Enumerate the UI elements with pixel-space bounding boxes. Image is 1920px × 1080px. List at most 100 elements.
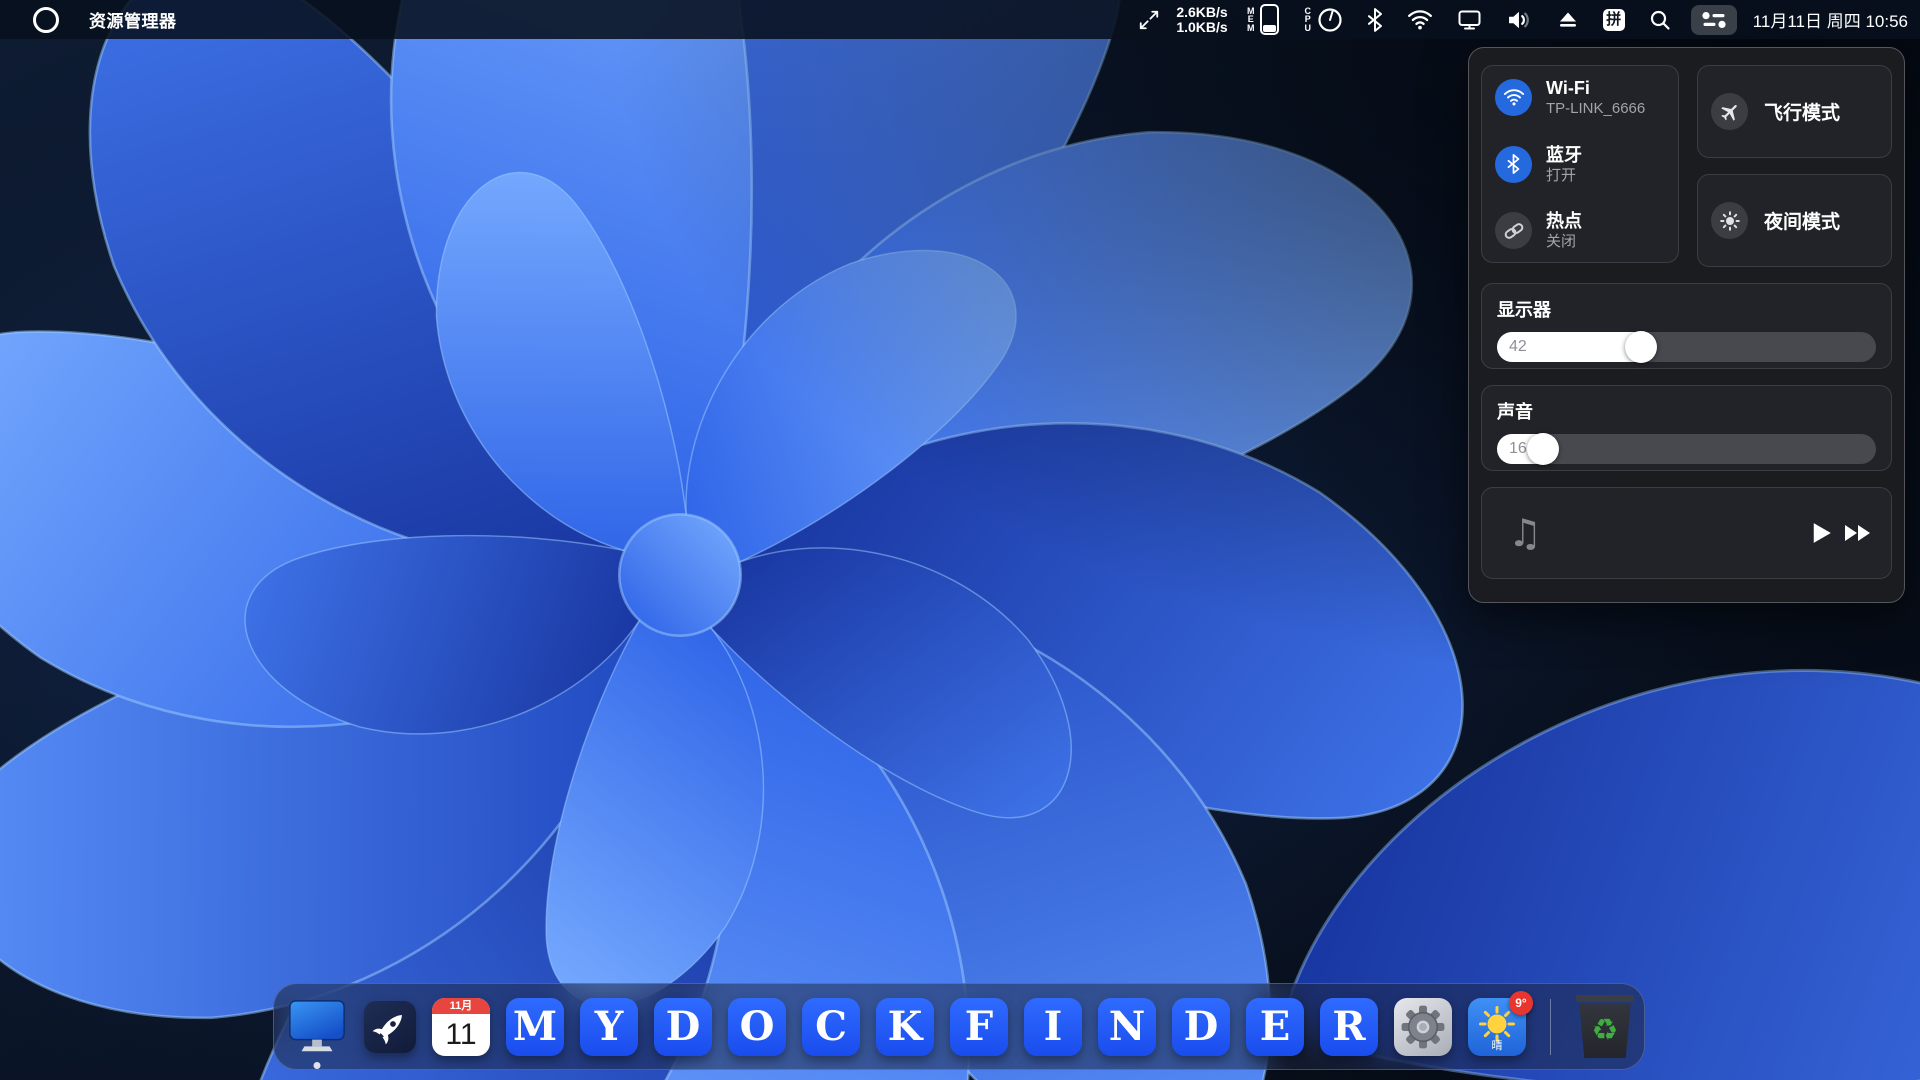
network-speed-indicator[interactable]: 2.6KB/s 1.0KB/s [1176, 0, 1227, 39]
pinyin-ime-badge: 拼 [1603, 9, 1625, 31]
menu-bar: 资源管理器 2.6KB/s 1.0KB/s MEM CPU [0, 0, 1920, 39]
dock-item-letter[interactable]: M [506, 998, 564, 1056]
display-slider-value: 42 [1509, 338, 1527, 356]
wifi-icon [1495, 79, 1532, 116]
control-center-panel: Wi-Fi TP-LINK_6666 蓝牙 打开 [1468, 47, 1905, 603]
memory-indicator[interactable]: MEM [1246, 0, 1279, 39]
dock-item-letter[interactable]: D [1172, 998, 1230, 1056]
weather-temp-badge: 9° [1509, 991, 1533, 1015]
sound-volume-slider[interactable]: 16 [1497, 434, 1876, 464]
sound-slider-thumb[interactable] [1527, 433, 1559, 465]
mem-label: MEM [1246, 7, 1256, 33]
volume-icon[interactable] [1506, 0, 1533, 39]
system-logo-icon [33, 7, 59, 33]
next-track-button[interactable] [1844, 524, 1871, 542]
upload-speed: 2.6KB/s [1176, 5, 1227, 20]
sound-slider-fill: 16 [1497, 434, 1558, 464]
dock-item-calendar[interactable]: 11月 11 [432, 998, 490, 1056]
dock-item-letter[interactable]: Y [580, 998, 638, 1056]
night-mode-card[interactable]: 夜间模式 [1697, 174, 1892, 267]
display-icon[interactable] [1457, 0, 1482, 39]
airplane-mode-label: 飞行模式 [1764, 98, 1840, 125]
display-slider-thumb[interactable] [1625, 331, 1657, 363]
sound-slider-label: 声音 [1497, 398, 1876, 424]
letter-glyph: K [888, 998, 923, 1056]
letter-glyph: D [666, 998, 701, 1056]
wifi-network-name: TP-LINK_6666 [1546, 100, 1645, 117]
dock-item-file-manager[interactable] [286, 998, 348, 1056]
eject-icon[interactable] [1557, 0, 1579, 39]
dock-item-letter[interactable]: D [654, 998, 712, 1056]
display-brightness-slider[interactable]: 42 [1497, 332, 1876, 362]
hotspot-link-icon [1495, 212, 1532, 249]
dock: 11月 11 M Y D O C K F I N D E R [273, 983, 1645, 1070]
display-brightness-card: 显示器 42 [1481, 283, 1892, 369]
letter-glyph: R [1332, 998, 1365, 1056]
input-method-indicator[interactable]: 拼 [1603, 0, 1625, 39]
wifi-icon[interactable] [1407, 0, 1433, 39]
weather-condition: 晴 [1468, 1037, 1526, 1053]
bluetooth-icon [1495, 146, 1532, 183]
dock-item-letter[interactable]: C [802, 998, 860, 1056]
hotspot-title: 热点 [1546, 211, 1582, 231]
letter-glyph: E [1260, 998, 1291, 1056]
bluetooth-icon[interactable] [1367, 0, 1383, 39]
sound-slider-value: 16 [1509, 440, 1527, 458]
display-slider-label: 显示器 [1497, 296, 1876, 322]
hotspot-state: 关闭 [1546, 233, 1582, 250]
network-activity-arrows-icon[interactable] [1138, 0, 1160, 39]
dock-item-letter[interactable]: I [1024, 998, 1082, 1056]
bluetooth-toggle-row[interactable]: 蓝牙 打开 [1495, 145, 1678, 184]
dock-item-letter[interactable]: E [1246, 998, 1304, 1056]
hotspot-toggle-row[interactable]: 热点 关闭 [1495, 211, 1678, 250]
dock-item-letter[interactable]: O [728, 998, 786, 1056]
cpu-indicator[interactable]: CPU [1303, 0, 1343, 39]
letter-glyph: I [1044, 998, 1063, 1056]
recycle-icon: ♻ [1592, 1016, 1619, 1046]
night-mode-label: 夜间模式 [1764, 207, 1840, 234]
gear-icon [1400, 1004, 1446, 1050]
letter-glyph: O [740, 998, 775, 1056]
search-icon[interactable] [1649, 0, 1671, 39]
night-mode-sun-icon [1711, 202, 1748, 239]
dock-item-letter[interactable]: K [876, 998, 934, 1056]
bluetooth-state: 打开 [1546, 167, 1582, 184]
menubar-clock[interactable]: 11月11日 周四 10:56 [1753, 0, 1908, 39]
letter-glyph: N [1109, 998, 1146, 1056]
airplane-icon [1711, 93, 1748, 130]
control-center-toggle[interactable] [1691, 5, 1737, 35]
calendar-day: 11 [432, 1014, 490, 1056]
running-indicator-dot [314, 1062, 321, 1069]
trash-body: ♻ [1577, 1003, 1633, 1058]
display-slider-fill: 42 [1497, 332, 1656, 362]
bluetooth-title: 蓝牙 [1546, 145, 1582, 165]
dock-separator [1550, 999, 1551, 1055]
system-menu-button[interactable] [33, 0, 59, 39]
sound-volume-card: 声音 16 [1481, 385, 1892, 471]
trash-lid [1576, 995, 1634, 1002]
cpu-gauge-icon [1317, 7, 1343, 33]
desktop: 资源管理器 2.6KB/s 1.0KB/s MEM CPU [0, 0, 1920, 1080]
letter-glyph: Y [595, 998, 624, 1056]
active-app-title[interactable]: 资源管理器 [89, 0, 177, 39]
dock-item-letter[interactable]: F [950, 998, 1008, 1056]
music-note-icon: ♫ [1508, 511, 1542, 555]
dock-item-trash[interactable]: ♻ [1575, 995, 1635, 1059]
download-speed: 1.0KB/s [1176, 20, 1227, 35]
play-button[interactable] [1812, 522, 1832, 544]
dock-item-letter[interactable]: R [1320, 998, 1378, 1056]
connectivity-card: Wi-Fi TP-LINK_6666 蓝牙 打开 [1481, 65, 1679, 263]
dock-item-letter[interactable]: N [1098, 998, 1156, 1056]
airplane-mode-card[interactable]: 飞行模式 [1697, 65, 1892, 158]
calendar-month: 11月 [432, 998, 490, 1014]
dock-item-launchpad[interactable] [364, 1001, 416, 1053]
letter-glyph: F [965, 998, 993, 1056]
dock-item-weather[interactable]: 晴 9° [1468, 998, 1526, 1056]
memory-gauge-icon [1260, 4, 1279, 35]
dock-item-settings[interactable] [1394, 998, 1452, 1056]
monitor-icon [286, 998, 348, 1056]
toggles-icon [1701, 11, 1727, 29]
cpu-label: CPU [1303, 7, 1313, 33]
media-player-card: ♫ [1481, 487, 1892, 579]
wifi-toggle-row[interactable]: Wi-Fi TP-LINK_6666 [1495, 78, 1678, 117]
